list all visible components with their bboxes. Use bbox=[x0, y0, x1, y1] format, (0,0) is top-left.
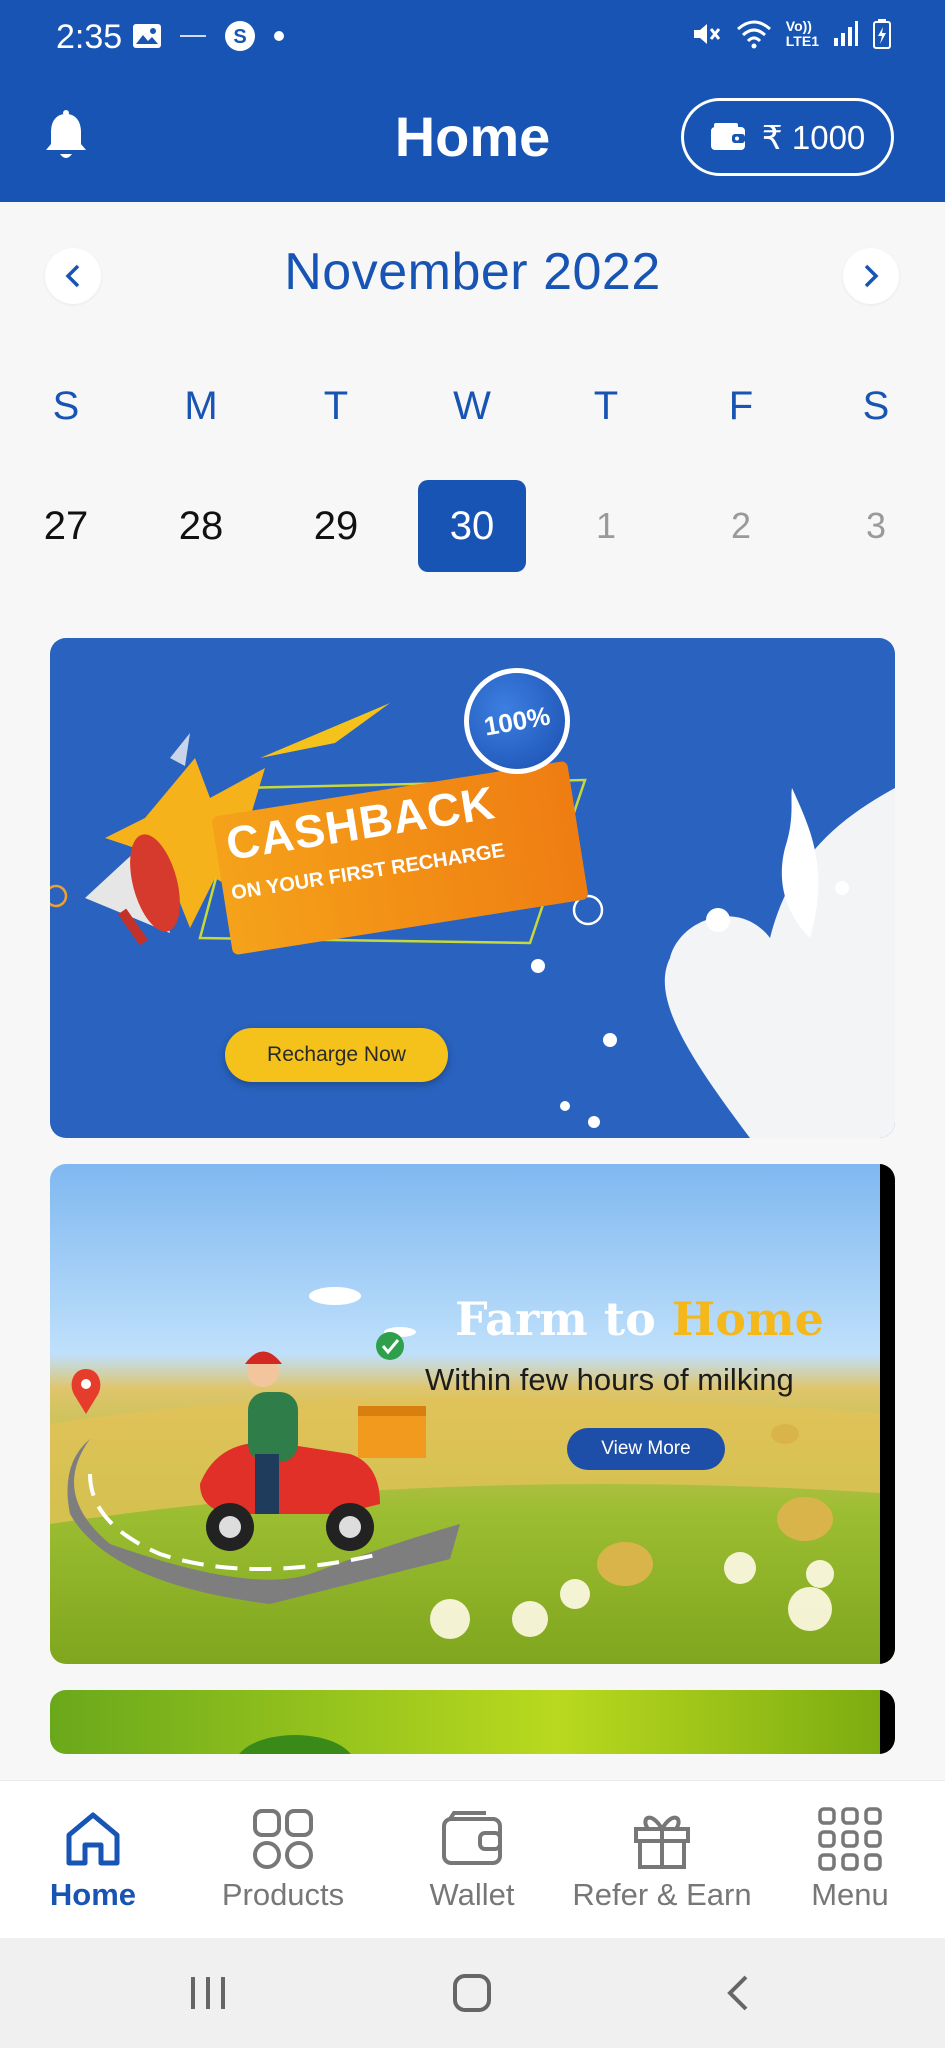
farm-subtitle: Within few hours of milking bbox=[425, 1362, 794, 1397]
calendar-day[interactable]: 1 bbox=[552, 480, 660, 572]
wallet-balance: ₹ 1000 bbox=[761, 118, 866, 156]
nav-wallet-label: Wallet bbox=[429, 1877, 515, 1912]
next-month-button[interactable] bbox=[843, 248, 899, 304]
weekday-saturday: S bbox=[862, 384, 890, 428]
lte-label: LTE1 bbox=[785, 33, 819, 49]
nav-menu[interactable]: Menu bbox=[755, 1807, 945, 1913]
wallet-icon bbox=[442, 1811, 502, 1865]
signal-icon bbox=[834, 21, 858, 46]
status-bar: 2:35 S Vo)) LTE1 bbox=[0, 0, 945, 74]
calendar-day[interactable]: 29 bbox=[282, 480, 390, 572]
gallery-icon bbox=[133, 24, 161, 48]
home-button-icon[interactable] bbox=[452, 1973, 492, 2013]
calendar-day[interactable]: 28 bbox=[147, 480, 255, 572]
status-right-icons: Vo)) LTE1 bbox=[690, 18, 891, 50]
third-banner-decoration bbox=[239, 1690, 895, 1754]
weekday-wednesday: W bbox=[453, 384, 491, 428]
calendar-day[interactable]: 2 bbox=[687, 480, 795, 572]
wallet-balance-button[interactable]: ₹ 1000 bbox=[681, 98, 894, 176]
dot-icon bbox=[274, 31, 284, 41]
nav-products[interactable]: Products bbox=[188, 1807, 378, 1913]
cashback-banner[interactable]: 100% CASHBACK ON YOUR FIRST RECHARGE Rec… bbox=[50, 638, 895, 1138]
home-icon bbox=[66, 1812, 120, 1866]
nav-products-label: Products bbox=[221, 1877, 345, 1912]
weekday-monday: M bbox=[184, 384, 218, 428]
status-time: 2:35 bbox=[56, 18, 123, 56]
weekday-tuesday: T bbox=[323, 384, 349, 428]
status-left-icons: S bbox=[132, 20, 284, 52]
skype-icon: S bbox=[225, 21, 255, 51]
small-text-icon bbox=[180, 35, 206, 37]
farm-to-home-title: Farm to Home bbox=[455, 1292, 824, 1346]
farm-title-part2: Home bbox=[671, 1292, 824, 1346]
mute-icon bbox=[693, 24, 720, 44]
system-navigation-bar bbox=[0, 1938, 945, 2048]
calendar-day[interactable]: 3 bbox=[822, 480, 930, 572]
weekday-sunday: S bbox=[52, 384, 80, 428]
back-icon[interactable] bbox=[718, 1973, 758, 2013]
wallet-icon bbox=[710, 123, 745, 150]
calendar-day-selected[interactable]: 30 bbox=[418, 480, 526, 572]
grid-icon bbox=[253, 1809, 313, 1869]
third-banner[interactable] bbox=[50, 1690, 895, 1754]
svg-text:S: S bbox=[233, 26, 246, 48]
farm-scene-illustration bbox=[50, 1164, 895, 1664]
wifi-icon bbox=[736, 20, 771, 49]
nav-home[interactable]: Home bbox=[0, 1807, 188, 1913]
app-header: Home ₹ 1000 bbox=[0, 74, 945, 202]
farm-to-home-banner[interactable]: Farm to Home Within few hours of milking… bbox=[50, 1164, 895, 1664]
view-more-button[interactable]: View More bbox=[567, 1428, 725, 1470]
chevron-right-icon bbox=[864, 264, 879, 288]
nav-home-label: Home bbox=[49, 1877, 137, 1912]
recent-apps-icon[interactable] bbox=[188, 1973, 228, 2013]
gift-icon bbox=[634, 1815, 690, 1869]
weekday-thursday: T bbox=[593, 384, 619, 428]
nav-menu-label: Menu bbox=[811, 1877, 889, 1912]
volte-label: Vo)) bbox=[785, 18, 812, 34]
bottom-navigation: Home Products Wallet Refer & Earn Menu bbox=[0, 1780, 945, 1938]
volte-lte-icon: Vo)) LTE1 bbox=[786, 19, 819, 49]
nav-refer-earn-label: Refer & Earn bbox=[572, 1877, 752, 1912]
battery-icon bbox=[873, 19, 891, 49]
recharge-now-button[interactable]: Recharge Now bbox=[225, 1028, 448, 1082]
calendar-day[interactable]: 27 bbox=[12, 480, 120, 572]
nav-wallet[interactable]: Wallet bbox=[377, 1807, 567, 1913]
month-title: November 2022 bbox=[284, 243, 661, 301]
menu-dots-icon bbox=[818, 1807, 882, 1871]
farm-title-part1: Farm to bbox=[455, 1292, 672, 1346]
nav-refer-earn[interactable]: Refer & Earn bbox=[567, 1807, 757, 1913]
weekday-friday: F bbox=[728, 384, 754, 428]
